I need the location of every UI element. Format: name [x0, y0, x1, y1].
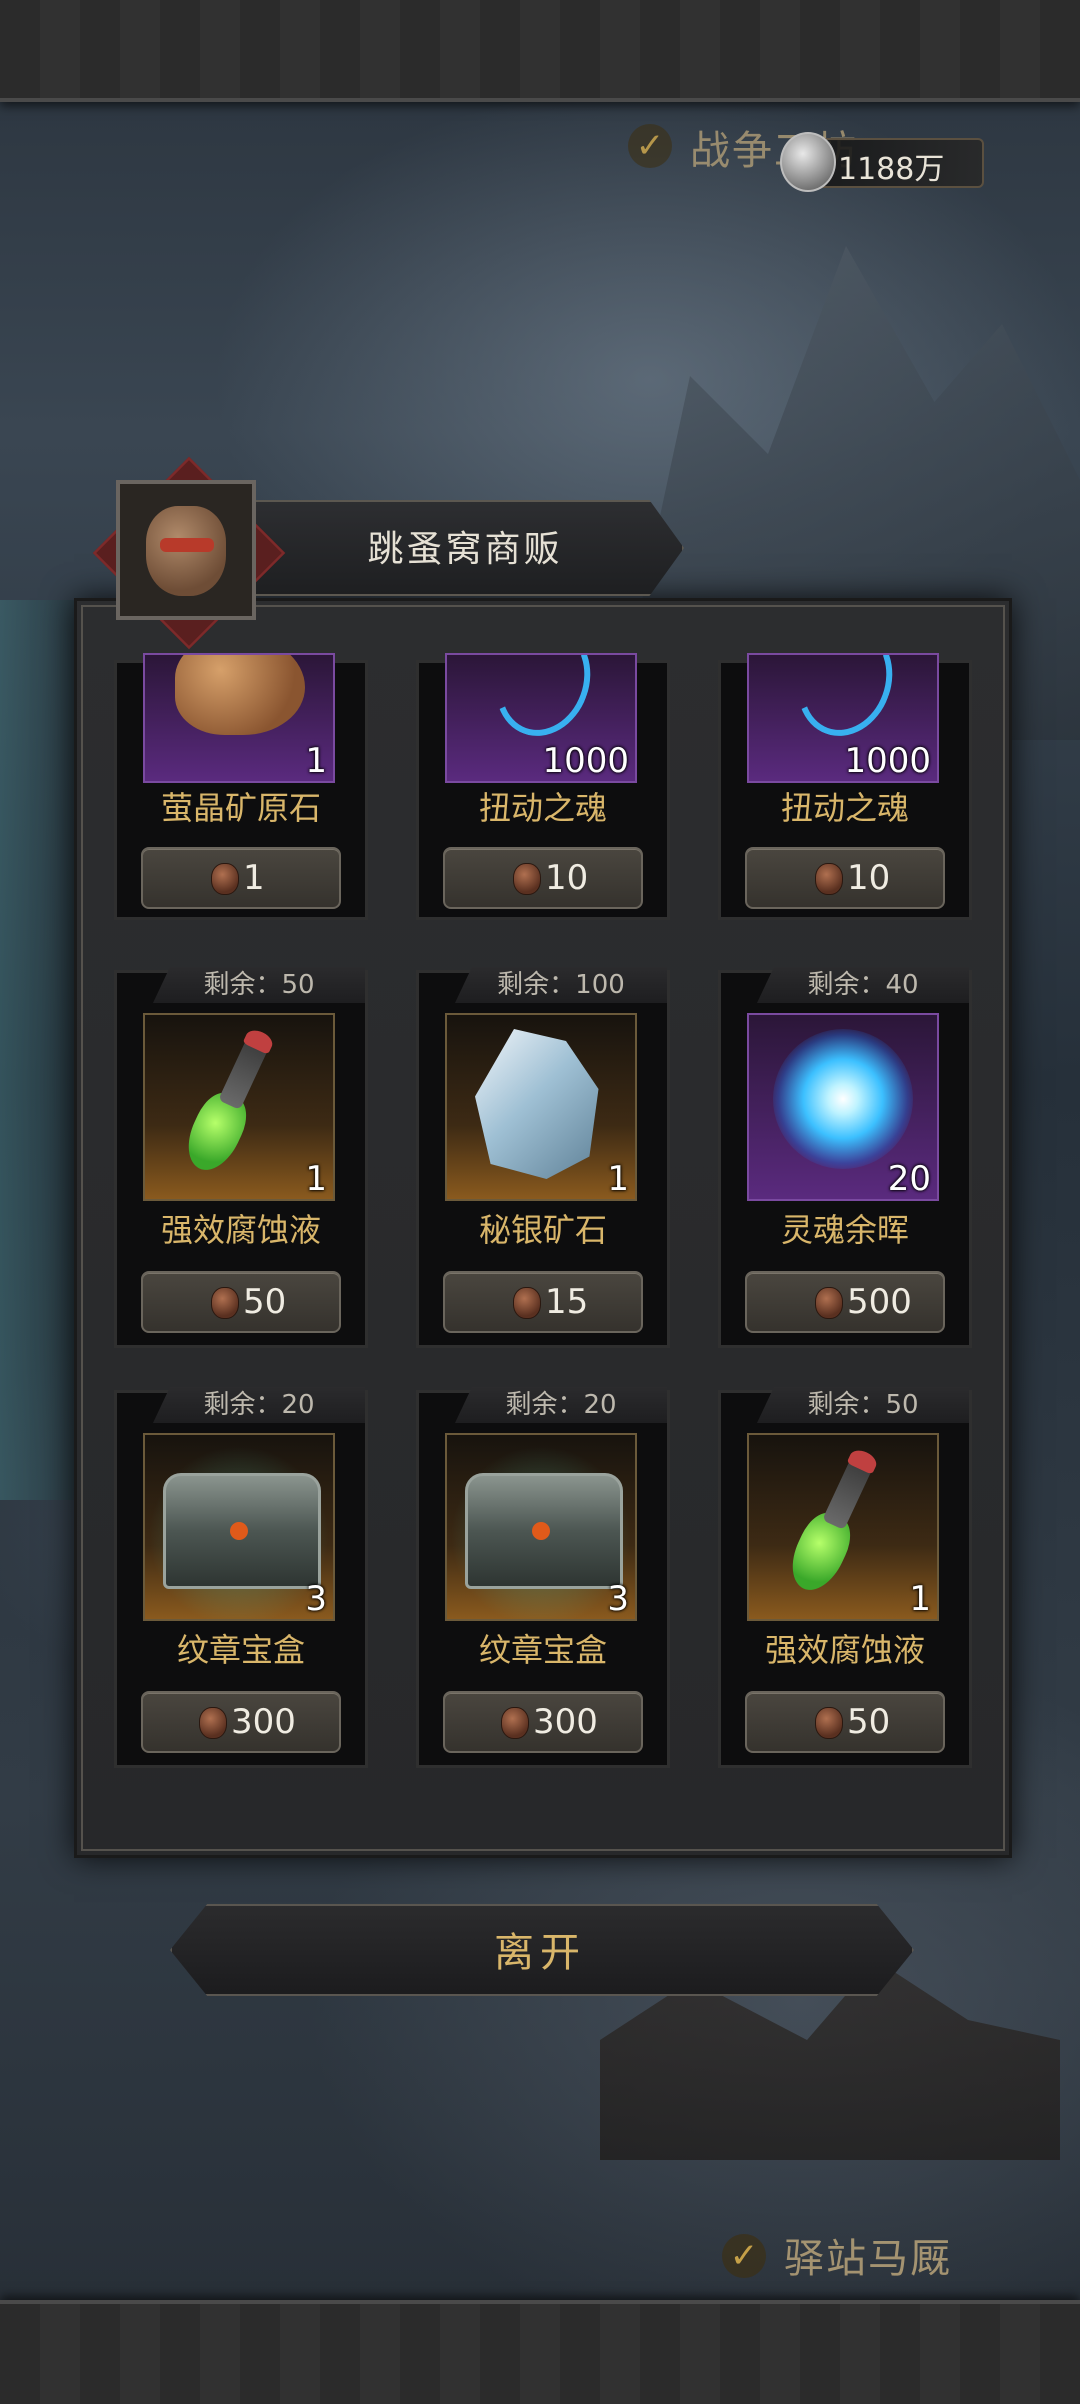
seed-icon: [815, 1287, 843, 1319]
shop-item-card[interactable]: 剩余：50 1 强效腐蚀液 50: [718, 1387, 972, 1768]
item-price: 1: [243, 858, 265, 898]
item-name: 纹章宝盒: [478, 1631, 607, 1669]
shop-item-card[interactable]: 剩余：50 1 强效腐蚀液 50: [114, 967, 368, 1348]
item-quantity: 3: [607, 1579, 629, 1619]
buy-button[interactable]: 500: [745, 1271, 945, 1333]
item-remaining: 剩余：20: [455, 1387, 667, 1423]
silver-coin-icon: [780, 132, 836, 192]
item-remaining: 剩余：100: [455, 967, 667, 1003]
buy-button[interactable]: 15: [443, 1271, 643, 1333]
item-price: 50: [243, 1282, 287, 1322]
silver-currency[interactable]: 1188万: [780, 132, 984, 192]
item-image: 1: [445, 1013, 637, 1201]
seed-icon: [211, 863, 239, 895]
item-name: 灵魂余晖: [780, 1211, 909, 1249]
quest-bottom-label: 驿站马厩: [784, 2236, 952, 2282]
shop-item-card[interactable]: 剩余：20 3 纹章宝盒 300: [416, 1387, 670, 1768]
seed-icon: [513, 1287, 541, 1319]
check-icon: ✓: [628, 124, 672, 168]
buy-button[interactable]: 10: [443, 847, 643, 909]
item-price: 10: [847, 858, 891, 898]
seed-icon: [211, 1287, 239, 1319]
item-quantity: 1: [305, 1159, 327, 1199]
item-quantity: 1: [909, 1579, 931, 1619]
item-price: 300: [533, 1702, 598, 1742]
check-icon: ✓: [722, 2234, 766, 2278]
seed-icon: [815, 863, 843, 895]
background-cliff: [0, 600, 80, 1500]
item-name: 萤晶矿原石: [160, 789, 321, 827]
buy-button[interactable]: 50: [745, 1691, 945, 1753]
buy-button[interactable]: 50: [141, 1271, 341, 1333]
potion-icon: [168, 1020, 290, 1190]
item-remaining: 剩余：50: [153, 967, 365, 1003]
item-quantity: 1: [305, 741, 327, 781]
currency-value: 1188万: [838, 152, 945, 187]
seed-icon: [513, 863, 541, 895]
item-name: 纹章宝盒: [176, 1631, 305, 1669]
seed-icon: [815, 1707, 843, 1739]
bottom-bar: [0, 2300, 1080, 2404]
item-image: 1: [747, 1433, 939, 1621]
buy-button[interactable]: 300: [141, 1691, 341, 1753]
vendor-scarf: [160, 538, 214, 552]
shop-item-card[interactable]: 剩余：40 20 灵魂余晖 500: [718, 967, 972, 1348]
item-remaining: 剩余：40: [757, 967, 969, 1003]
item-name: 秘银矿石: [478, 1211, 607, 1249]
item-quantity: 1: [607, 1159, 629, 1199]
item-price: 300: [231, 1702, 296, 1742]
item-remaining: 剩余：20: [153, 1387, 365, 1423]
shop-item-card[interactable]: 1000 扭动之魂 10: [718, 653, 972, 920]
leave-button-label: 离开: [494, 1930, 586, 1976]
potion-icon: [772, 1440, 894, 1610]
item-image: 1000: [747, 653, 939, 783]
vendor-box: [116, 480, 256, 620]
item-price: 10: [545, 858, 589, 898]
crystal-icon: [475, 1029, 599, 1179]
soul-orb-icon: [773, 1029, 913, 1169]
item-quantity: 3: [305, 1579, 327, 1619]
shop-item-card[interactable]: 剩余：20 3 纹章宝盒 300: [114, 1387, 368, 1768]
buy-button[interactable]: 10: [745, 847, 945, 909]
buy-button[interactable]: 1: [141, 847, 341, 909]
item-name: 扭动之魂: [478, 789, 607, 827]
item-image: 1: [143, 1013, 335, 1201]
chest-icon: [163, 1473, 321, 1589]
item-price: 50: [847, 1702, 891, 1742]
seed-icon: [501, 1707, 529, 1739]
item-image: 20: [747, 1013, 939, 1201]
item-price: 15: [545, 1282, 589, 1322]
seed-icon: [199, 1707, 227, 1739]
item-price: 500: [847, 1282, 912, 1322]
item-image: 1000: [445, 653, 637, 783]
vendor-portrait: [92, 456, 286, 650]
item-name: 强效腐蚀液: [160, 1211, 321, 1249]
soul-swirl-icon: [782, 655, 908, 750]
item-remaining: 剩余：50: [757, 1387, 969, 1423]
shop-item-card[interactable]: 1000 扭动之魂 10: [416, 653, 670, 920]
item-name: 强效腐蚀液: [764, 1631, 925, 1669]
item-quantity: 1000: [542, 741, 629, 781]
quest-bottom-marker[interactable]: ✓ 驿站马厩: [722, 2226, 962, 2282]
soul-swirl-icon: [480, 655, 606, 750]
item-image: 1: [143, 653, 335, 783]
chest-icon: [465, 1473, 623, 1589]
buy-button[interactable]: 300: [443, 1691, 643, 1753]
item-image: 3: [445, 1433, 637, 1621]
item-quantity: 20: [887, 1159, 931, 1199]
item-quantity: 1000: [844, 741, 931, 781]
item-image: 3: [143, 1433, 335, 1621]
top-bar: [0, 0, 1080, 102]
ore-icon: [175, 655, 305, 735]
item-name: 扭动之魂: [780, 789, 909, 827]
shop-item-card[interactable]: 剩余：100 1 秘银矿石 15: [416, 967, 670, 1348]
shop-item-card[interactable]: 1 萤晶矿原石 1: [114, 653, 368, 920]
